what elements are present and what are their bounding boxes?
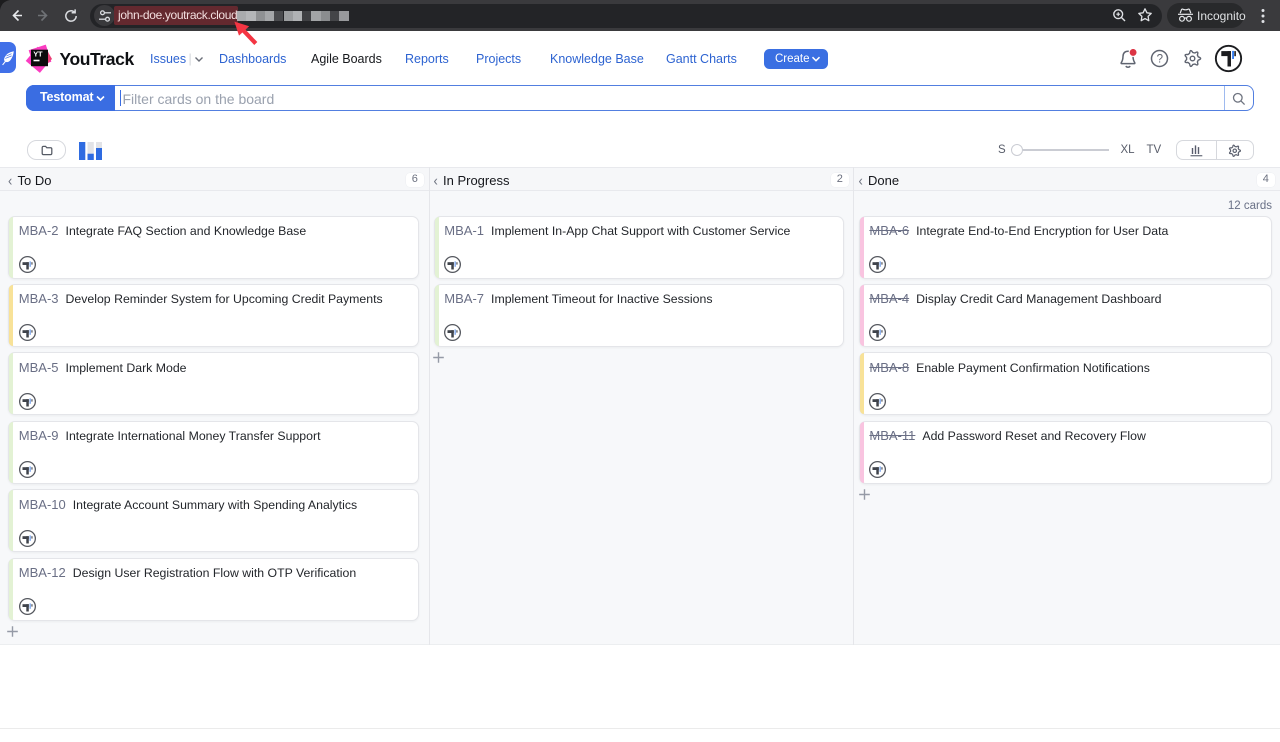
- svg-text:YT: YT: [33, 50, 43, 59]
- svg-text:?: ?: [1157, 54, 1163, 66]
